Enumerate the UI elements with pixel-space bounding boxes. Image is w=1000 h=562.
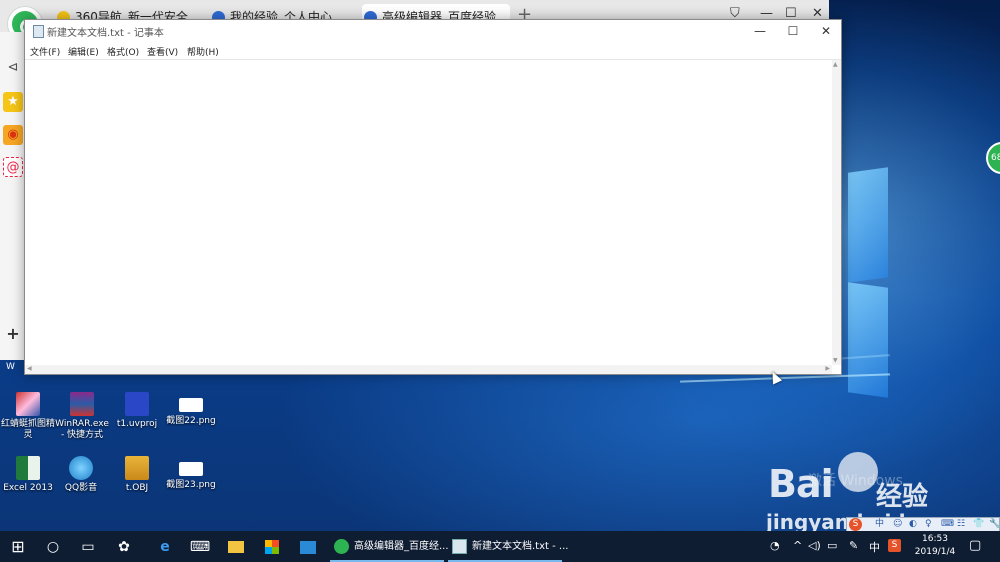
- task-view-icon[interactable]: ▭: [76, 535, 100, 559]
- weibo-icon[interactable]: ◉: [3, 125, 23, 145]
- desktop-icon-screenshot22[interactable]: 截图22.png: [163, 398, 219, 427]
- pen-icon[interactable]: ✎: [849, 539, 858, 552]
- wifi-icon[interactable]: ◔: [770, 539, 780, 552]
- desktop-icon-label: 截图22.png: [166, 416, 216, 426]
- file-explorer-icon[interactable]: [224, 535, 248, 559]
- qqplayer-icon: [69, 456, 93, 480]
- browser-sidebar: ⊲ ★ ◉ @ +: [0, 32, 25, 360]
- desktop-icon-label: QQ影音: [64, 483, 98, 493]
- taskbar-item-browser[interactable]: 高级编辑器_百度经...: [330, 533, 449, 562]
- ime-voice-icon[interactable]: ♀: [925, 518, 932, 531]
- pinned-app-icon[interactable]: ✿: [112, 535, 136, 559]
- taskbar-item-notepad[interactable]: 新建文本文档.txt - ...: [448, 533, 568, 562]
- desktop-icon-screenshot23[interactable]: 截图23.png: [163, 462, 219, 491]
- at-mention-icon[interactable]: @: [3, 157, 23, 177]
- clock[interactable]: 16:53 2019/1/4: [913, 533, 957, 559]
- excel-icon: [16, 456, 40, 480]
- desktop-icon-uvproj[interactable]: t1.uvproj: [109, 392, 165, 430]
- pinned-app-icon[interactable]: ⌨: [188, 535, 212, 559]
- jingyan-watermark: 经验: [876, 482, 929, 512]
- image-file-icon: [179, 398, 203, 412]
- menu-view[interactable]: 查看(V): [147, 45, 178, 58]
- desktop-icon-label: t1.uvproj: [116, 419, 158, 429]
- desktop-icon-label: Excel 2013: [3, 483, 53, 493]
- desktop-icon-label: 截图23.png: [166, 480, 216, 490]
- show-hidden-icons-icon[interactable]: ^: [793, 539, 802, 552]
- menu-help[interactable]: 帮助(H): [187, 45, 219, 58]
- ime-chinese-toggle[interactable]: 中: [875, 518, 884, 531]
- clock-date: 2019/1/4: [914, 547, 956, 557]
- baidu-watermark: Bai: [768, 462, 834, 506]
- sogou-logo-icon[interactable]: S: [849, 518, 862, 531]
- desktop-icon-excel[interactable]: Excel 2013: [0, 456, 56, 494]
- app-icon: [16, 392, 40, 416]
- ime-tools-icon[interactable]: 🔧: [989, 518, 1000, 531]
- desktop-icon-qqplayer[interactable]: QQ影音: [53, 456, 109, 494]
- windows-logo-pane-bottom: [848, 282, 888, 398]
- desktop-icon-label: 红蜻蜓抓图精灵: [0, 419, 55, 440]
- store-icon[interactable]: [260, 535, 284, 559]
- notepad-close-button[interactable]: ✕: [811, 22, 841, 40]
- start-button[interactable]: ⊞: [6, 535, 30, 559]
- sidebar-add-button[interactable]: +: [3, 324, 23, 344]
- baidu-paw-icon: [838, 452, 878, 492]
- notification-center-icon[interactable]: ▢: [969, 538, 981, 553]
- archive-icon: [125, 456, 149, 480]
- desktop-icon-winrar[interactable]: WinRAR.exe - 快捷方式: [53, 392, 111, 441]
- notepad-menu-bar: 文件(F) 编辑(E) 格式(O) 查看(V) 帮助(H): [25, 42, 841, 60]
- desktop-icon-hongqingting[interactable]: 红蜻蜓抓图精灵: [0, 392, 56, 441]
- search-icon[interactable]: ○: [41, 535, 65, 559]
- sogou-tray-icon[interactable]: S: [888, 539, 901, 552]
- ime-emoji-icon[interactable]: ☺: [893, 518, 902, 531]
- pinned-app-icon[interactable]: [296, 535, 320, 559]
- notepad-title-bar[interactable]: 新建文本文档.txt - 记事本 — ☐ ✕: [25, 20, 841, 42]
- volume-icon[interactable]: ◁): [808, 539, 821, 552]
- sidebar-collapse-icon[interactable]: ⊲: [3, 58, 23, 78]
- notepad-text-area[interactable]: [25, 60, 832, 365]
- taskbar-item-label: 高级编辑器_百度经...: [354, 541, 449, 552]
- taskbar-item-label: 新建文本文档.txt - ...: [472, 541, 569, 552]
- horizontal-scrollbar[interactable]: [25, 365, 832, 374]
- menu-edit[interactable]: 编辑(E): [68, 45, 99, 58]
- browser-logo-icon: [334, 539, 349, 554]
- notepad-title: 新建文本文档.txt - 记事本: [47, 28, 164, 39]
- keil-icon: [125, 392, 149, 416]
- menu-format[interactable]: 格式(O): [107, 45, 139, 58]
- ime-keyboard-icon[interactable]: ⌨: [941, 518, 954, 531]
- desktop-icon-tobj[interactable]: t.OBJ: [109, 456, 165, 494]
- desktop-icon-label: WinRAR.exe - 快捷方式: [55, 419, 109, 440]
- edge-browser-icon[interactable]: e: [153, 535, 177, 559]
- favorites-star-icon[interactable]: ★: [3, 92, 23, 112]
- desktop-icon-label: t.OBJ: [125, 483, 149, 493]
- battery-icon[interactable]: ▭: [827, 539, 837, 552]
- ime-toolbar: S 中 ☺ ◐ ♀ ⌨ ☷ 👕 🔧: [846, 517, 1000, 532]
- input-language-indicator[interactable]: 中: [869, 539, 880, 555]
- menu-file[interactable]: 文件(F): [30, 45, 60, 58]
- notepad-icon: [452, 539, 467, 554]
- clock-time: 16:53: [922, 534, 948, 544]
- ime-menu-icon[interactable]: ☷: [957, 518, 965, 531]
- windows-logo-pane-top: [848, 167, 888, 283]
- image-file-icon: [179, 462, 203, 476]
- winrar-icon: [70, 392, 94, 416]
- notepad-icon: [33, 25, 44, 38]
- vertical-scrollbar[interactable]: [832, 60, 841, 365]
- partial-label: W: [6, 362, 15, 372]
- notepad-minimize-button[interactable]: —: [745, 22, 775, 40]
- ime-skin-icon[interactable]: 👕: [973, 518, 984, 531]
- notepad-maximize-button[interactable]: ☐: [778, 22, 808, 40]
- ime-punctuation-icon[interactable]: ◐: [909, 518, 917, 531]
- notepad-window: 新建文本文档.txt - 记事本 — ☐ ✕ 文件(F) 编辑(E) 格式(O)…: [24, 19, 842, 375]
